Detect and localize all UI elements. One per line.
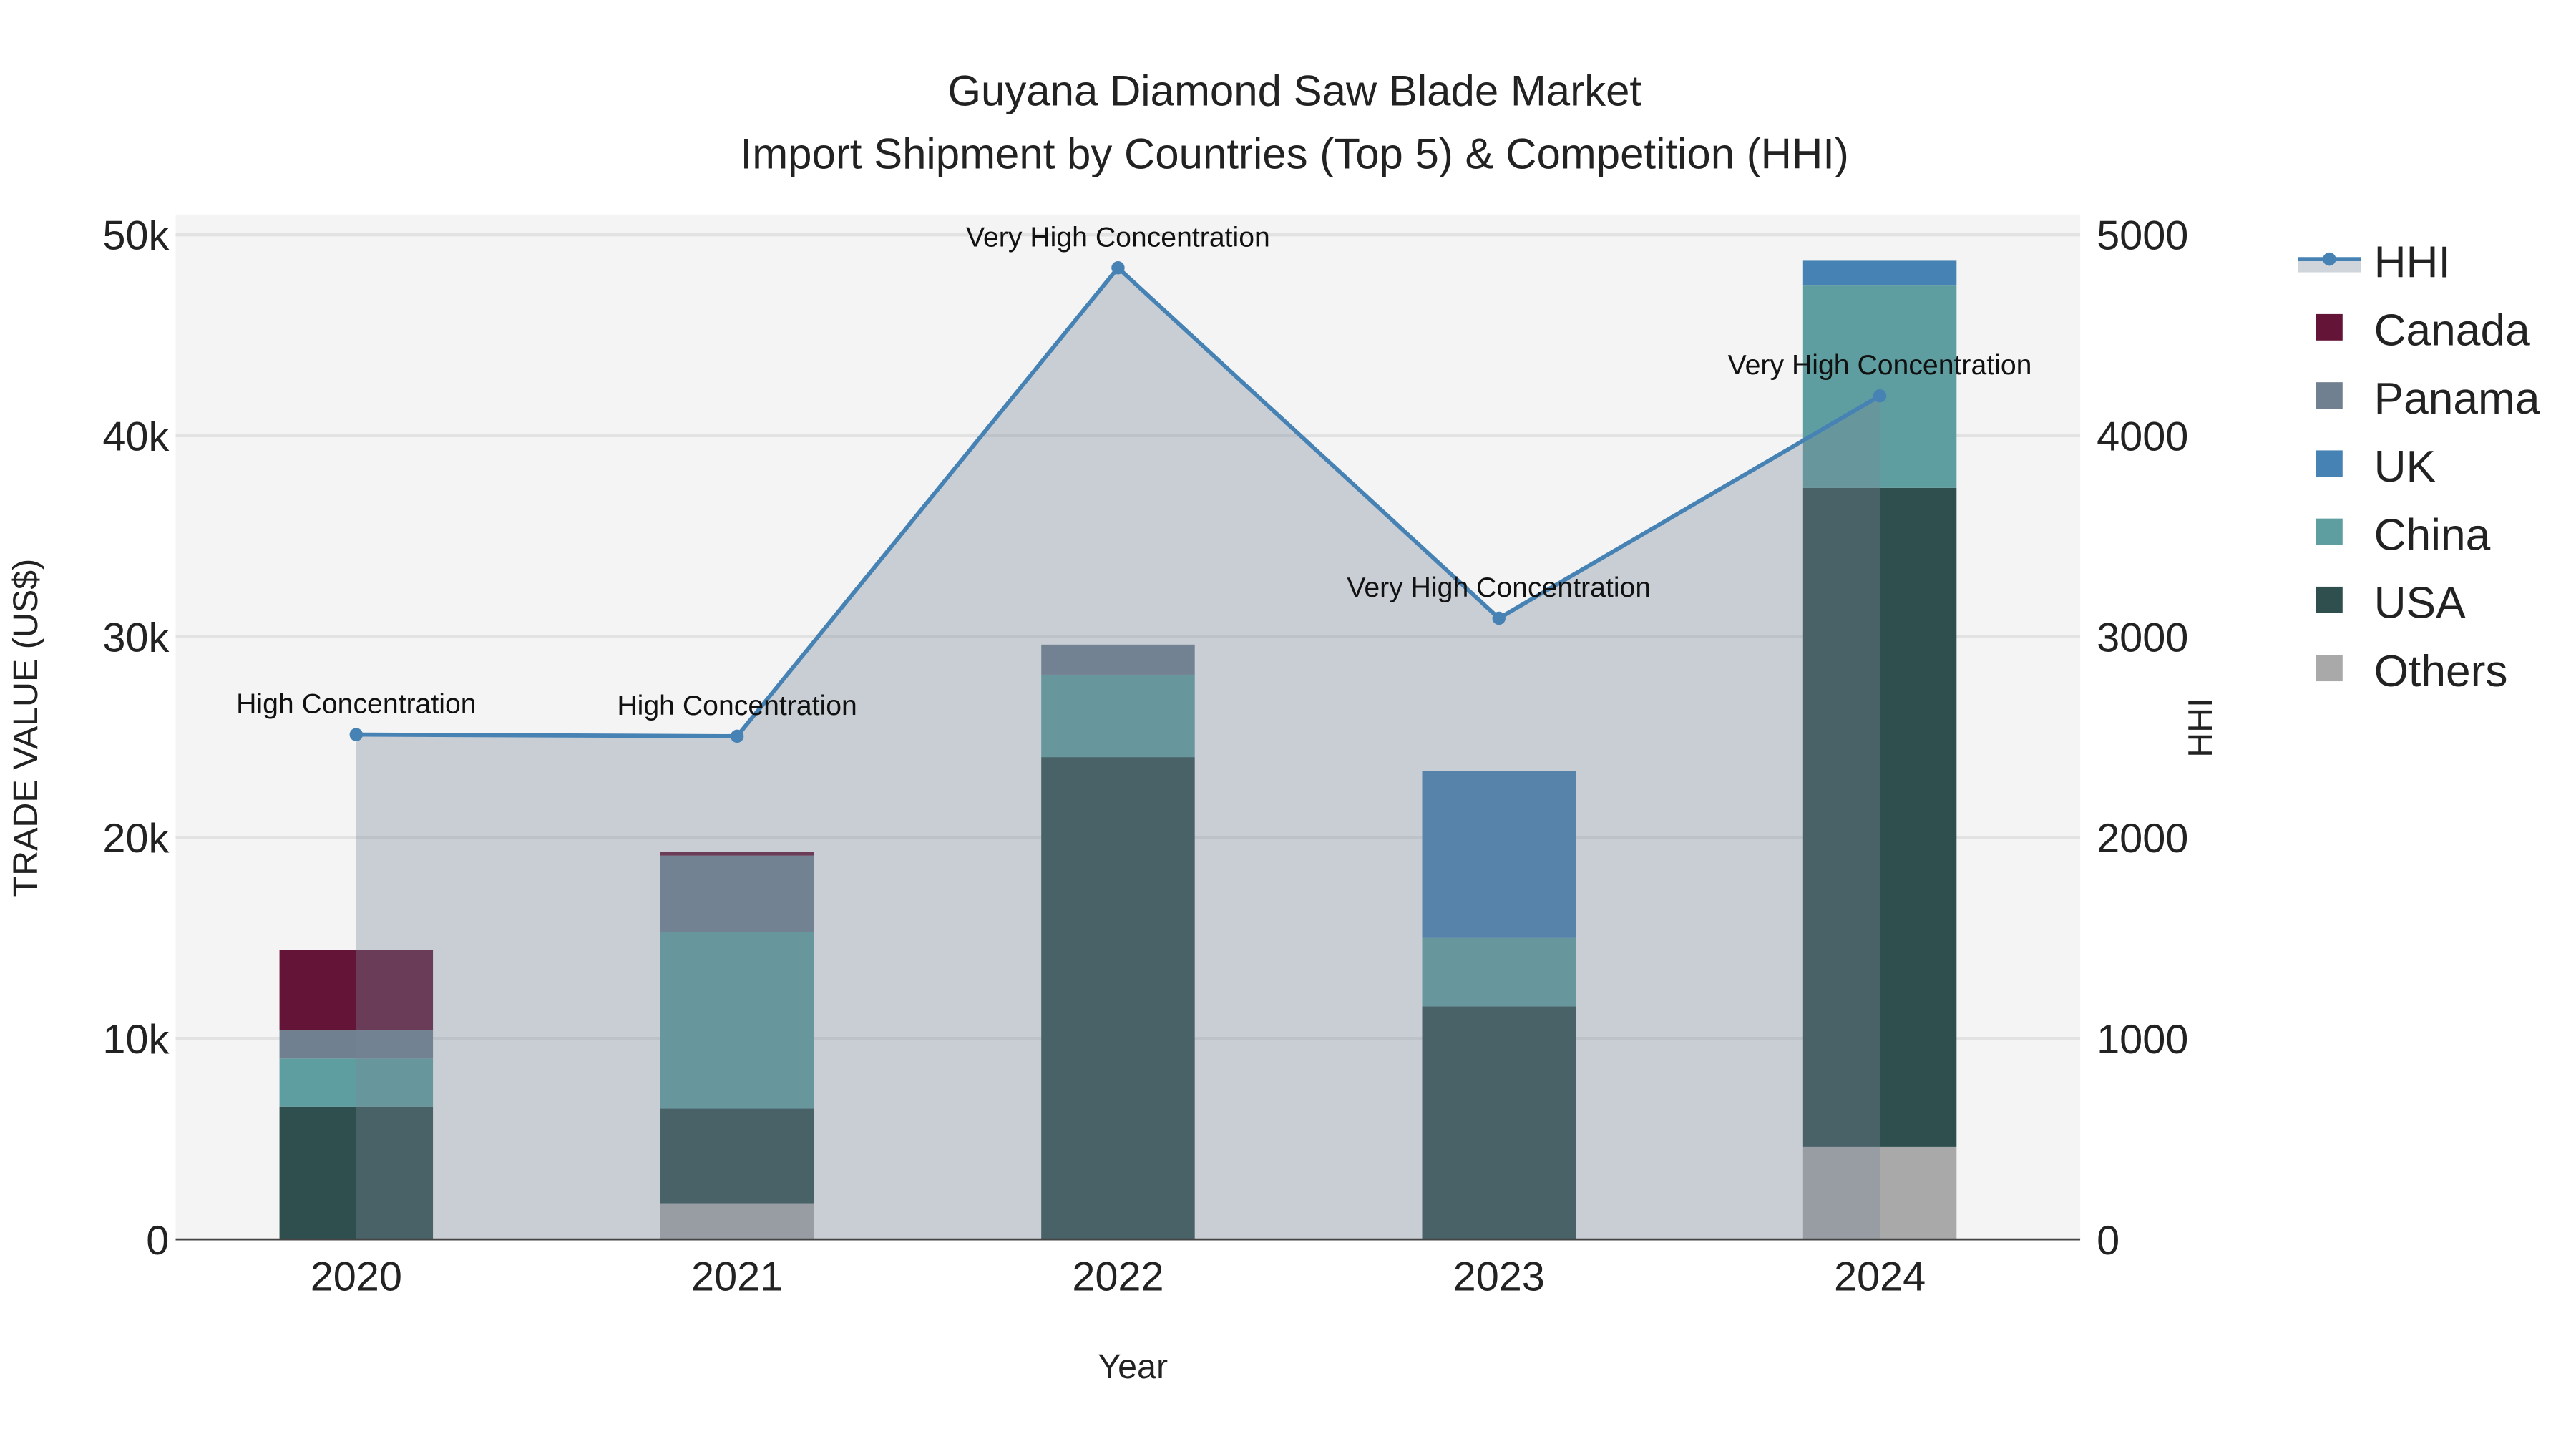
hhi-annotation: Very High Concentration — [1728, 350, 2032, 381]
legend-label: HHI — [2374, 238, 2451, 287]
legend-label: China — [2374, 510, 2491, 560]
legend-swatch — [2316, 518, 2343, 545]
legend-marker — [2323, 252, 2336, 266]
x-axis-title: Year — [1098, 1347, 1168, 1386]
y-axis-title: TRADE VALUE (US$) — [6, 559, 45, 897]
legend: HHI Canada Panama UK China USA Others — [2298, 238, 2540, 696]
hhi-point-2020[interactable] — [349, 728, 364, 741]
chart-subtitle: Import Shipment by Countries (Top 5) & C… — [741, 130, 1849, 177]
hhi-point-2022[interactable] — [1111, 261, 1125, 275]
x-tick-label: 2020 — [311, 1254, 402, 1300]
legend-item-uk[interactable]: UK — [2316, 442, 2436, 492]
y-tick-label: 0 — [146, 1218, 169, 1264]
y2-tick-label: 1000 — [2097, 1017, 2188, 1063]
y-tick-label: 10k — [102, 1017, 169, 1063]
hhi-point-2024[interactable] — [1873, 389, 1887, 403]
x-tick-label: 2022 — [1072, 1254, 1163, 1300]
legend-swatch — [2316, 450, 2343, 477]
legend-swatch — [2316, 382, 2343, 409]
y-tick-label: 30k — [102, 615, 169, 660]
y2-tick-label: 3000 — [2097, 615, 2188, 660]
y-tick-label: 50k — [102, 213, 169, 259]
y-tick-label: 20k — [102, 816, 169, 862]
y2-tick-label: 0 — [2097, 1218, 2119, 1264]
legend-item-canada[interactable]: Canada — [2316, 306, 2530, 356]
legend-label: Canada — [2374, 306, 2530, 356]
hhi-annotation: High Concentration — [236, 689, 476, 720]
x-tick-label: 2024 — [1834, 1254, 1926, 1300]
chart: High Concentration High Concentration Very… — [6, 67, 2540, 1386]
bar-uk-2024[interactable] — [1802, 260, 1957, 286]
y2-tick-label: 2000 — [2097, 816, 2188, 862]
hhi-annotation: Very High Concentration — [966, 222, 1270, 253]
x-tick-label: 2021 — [691, 1254, 783, 1300]
legend-item-hhi[interactable]: HHI — [2298, 238, 2451, 287]
hhi-point-2023[interactable] — [1492, 611, 1506, 625]
legend-item-panama[interactable]: Panama — [2316, 374, 2540, 424]
legend-label: Others — [2374, 647, 2508, 696]
y2-tick-label: 4000 — [2097, 414, 2188, 460]
legend-label: USA — [2374, 579, 2466, 628]
y2-tick-label: 5000 — [2097, 213, 2188, 259]
y2-axis-title: HHI — [2182, 698, 2220, 757]
x-tick-label: 2023 — [1453, 1254, 1545, 1300]
legend-swatch — [2316, 655, 2343, 682]
legend-label: UK — [2374, 442, 2436, 492]
y-tick-label: 40k — [102, 414, 169, 460]
hhi-annotation: Very High Concentration — [1347, 572, 1651, 603]
hhi-annotation: High Concentration — [617, 691, 857, 721]
legend-swatch — [2316, 586, 2343, 613]
legend-item-china[interactable]: China — [2316, 510, 2491, 560]
hhi-point-2021[interactable] — [730, 729, 744, 743]
legend-label: Panama — [2374, 374, 2540, 424]
legend-swatch — [2316, 313, 2343, 341]
legend-item-others[interactable]: Others — [2316, 647, 2508, 696]
legend-item-usa[interactable]: USA — [2316, 579, 2466, 628]
chart-title: Guyana Diamond Saw Blade Market — [947, 67, 1641, 115]
